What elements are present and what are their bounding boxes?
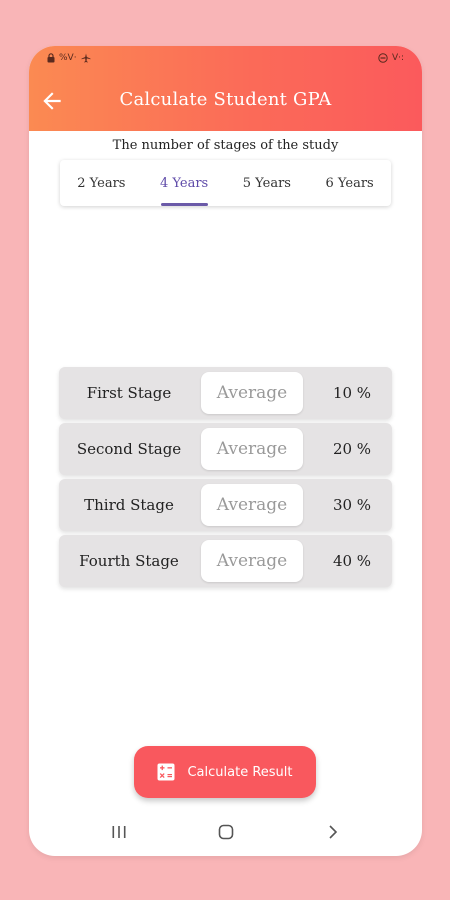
stage-label: Second Stage (76, 440, 182, 458)
recent-apps-button[interactable] (99, 817, 139, 847)
first-stage-average-input[interactable] (201, 372, 303, 414)
status-right-text: V·: (391, 53, 404, 63)
status-bar: %V· V·: (29, 46, 422, 72)
stage-weight: 10 % (332, 384, 372, 402)
system-nav-bar (29, 808, 422, 856)
stage-weight: 40 % (332, 552, 372, 570)
third-stage-average-input[interactable] (201, 484, 303, 526)
do-not-disturb-icon (378, 53, 388, 63)
app-bar: %V· V·: Calculate Student GPA (29, 46, 422, 131)
years-tab-bar: 2 Years 4 Years 5 Years 6 Years (60, 160, 391, 206)
stage-weight: 20 % (332, 440, 372, 458)
tab-2-years[interactable]: 2 Years (60, 160, 143, 206)
home-icon (218, 824, 233, 840)
page-title: Calculate Student GPA (119, 89, 332, 110)
calculate-result-label: Calculate Result (187, 764, 293, 780)
stage-row-third: Third Stage 30 % (59, 479, 392, 531)
home-button[interactable] (206, 817, 246, 847)
stage-weight: 30 % (332, 496, 372, 514)
status-left-text: %V· (59, 53, 77, 63)
chevron-right-icon (328, 825, 337, 839)
stage-row-first: First Stage 10 % (59, 367, 392, 419)
stages-subtitle: The number of stages of the study (112, 138, 339, 153)
lock-icon (47, 53, 55, 63)
stage-label: First Stage (86, 384, 172, 402)
airplane-icon (81, 53, 91, 63)
second-stage-average-input[interactable] (201, 428, 303, 470)
stage-row-second: Second Stage 20 % (59, 423, 392, 475)
recent-apps-icon (112, 826, 125, 838)
calculator-icon (157, 763, 175, 781)
calculate-result-button[interactable]: Calculate Result (134, 746, 316, 798)
tab-6-years[interactable]: 6 Years (308, 160, 391, 206)
stage-label: Fourth Stage (79, 552, 179, 570)
back-nav-button[interactable] (313, 817, 353, 847)
tab-5-years[interactable]: 5 Years (226, 160, 309, 206)
stage-label: Third Stage (84, 496, 174, 514)
phone-screen: %V· V·: Calculate Student GPA The number… (29, 46, 422, 856)
fourth-stage-average-input[interactable] (201, 540, 303, 582)
stage-row-fourth: Fourth Stage 40 % (59, 535, 392, 587)
tab-4-years[interactable]: 4 Years (143, 160, 226, 206)
